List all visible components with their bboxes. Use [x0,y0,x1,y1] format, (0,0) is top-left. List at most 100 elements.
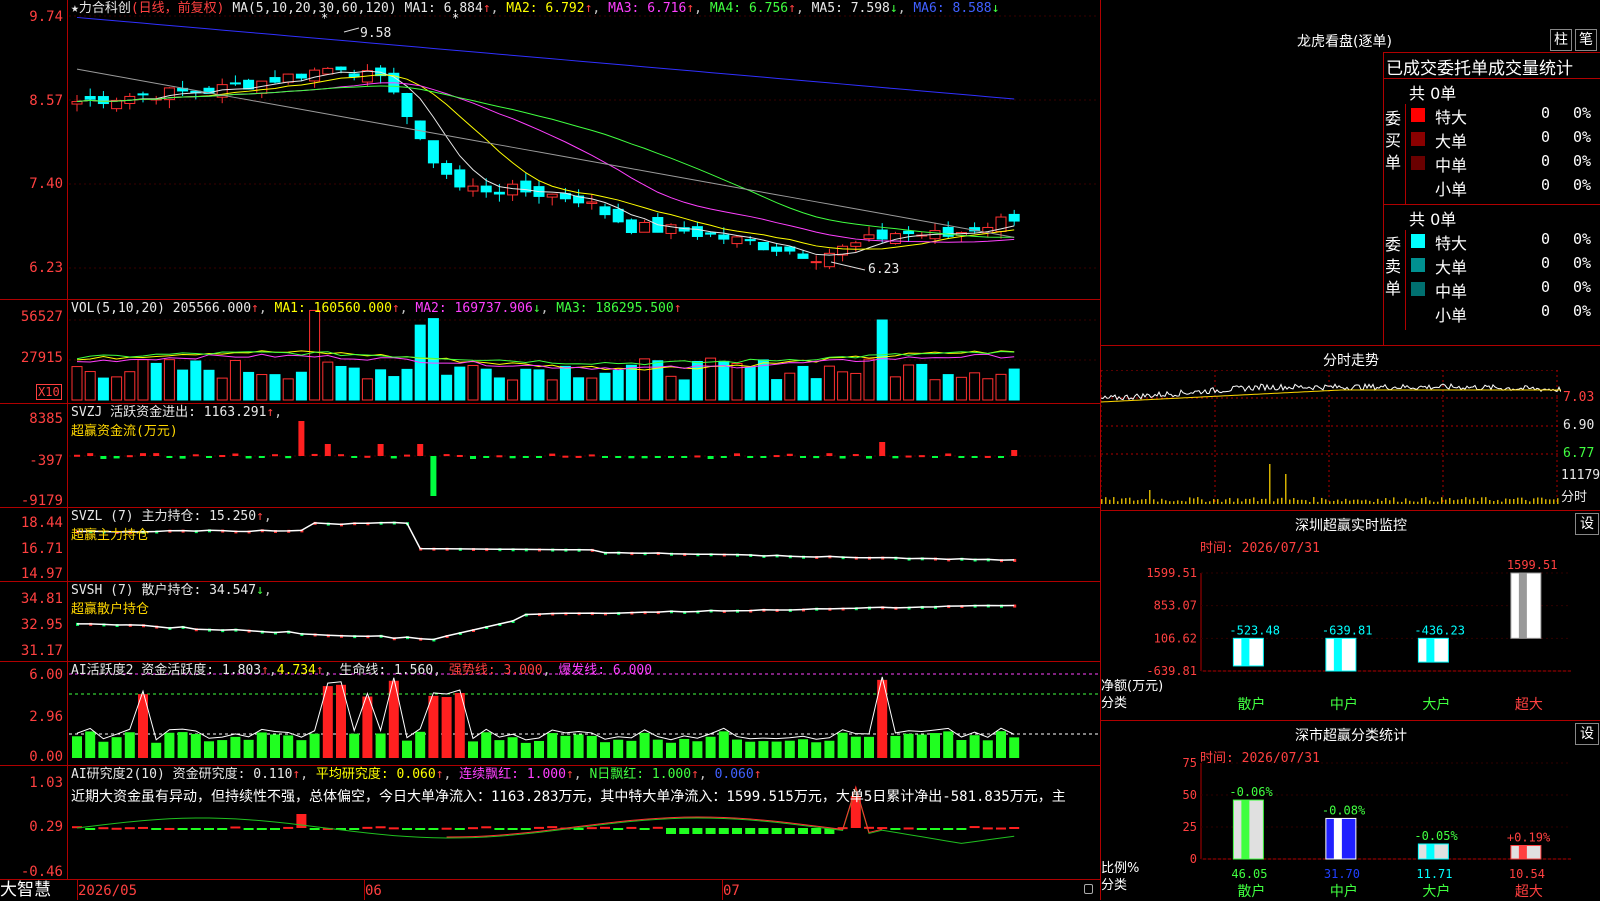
buy-color-swatch [1411,156,1425,170]
ai-research-panel[interactable]: 1.03 0.29 -0.46 AI研究度2(10) 资金研究度: 0.110↑… [0,766,1100,880]
sz-monitor-panel[interactable]: 深圳超赢实时监控 设 时间: 2026/07/31 1599.51 853.07 1… [1100,510,1600,720]
activity-bar [745,741,756,758]
svzj-panel[interactable]: 8385 -397 -9179 SVZJ 活跃资金进出: 1163.291↑, … [0,404,1100,508]
flow-bar [153,453,160,456]
candlestick [322,67,334,75]
ai-activity-panel[interactable]: 6.00 2.96 0.00 AI活跃度2 资金活跃度: 1.803↑,4.73… [0,662,1100,766]
buy-row-label: 特大 [1435,108,1468,127]
svsh-ytick: 34.81 [20,591,63,607]
flow-bar [126,455,133,458]
lock-icon[interactable] [1084,884,1093,894]
ai-research-chart[interactable] [69,766,1099,880]
kline-panel[interactable]: 9.74 8.57 7.40 6.23 * * ★力合科创(日线，前复权) MA(… [0,0,1100,300]
flow-bar [562,455,569,458]
activity-bar [375,733,386,758]
volume-bar [441,374,453,401]
volume-panel[interactable]: 56527 27915 X10 VOL(5,10,20) 205566.000↑… [0,300,1100,404]
avg-research-value: 平均研究度: 0.060 [315,767,436,782]
volume-bar [995,373,1007,401]
intraday-volume-bar [1289,499,1291,504]
svsh-sublabel: 超赢散户持仓 [71,602,150,617]
activity-bar [943,731,954,758]
volume-bar [784,372,796,401]
bar-mode-button[interactable]: 柱 [1550,29,1572,51]
flow-bar [866,456,872,459]
ma1-value: MA1: 6.884 [404,1,483,16]
value-label: 1599.51 [1507,558,1558,572]
stock-name[interactable]: 力合科创 [79,1,131,16]
svzl-ytick: 16.71 [20,541,63,557]
buy-row-label: 小单 [1435,180,1468,199]
bar-highlight [1241,638,1250,666]
flow-bar [707,456,714,459]
category-label: 超大 [1515,697,1543,713]
category-bar [1232,637,1264,667]
svzl-yaxis: 18.44 16.71 14.97 [0,508,68,581]
intraday-volume-bar [1473,497,1475,504]
sz-stats-panel[interactable]: 深市超赢分类统计 设 时间: 2026/07/31 75 50 25 0 -0.06% 散… [1100,720,1600,900]
svzl-ytick: 14.97 [20,566,63,582]
intraday-volume-bar [1337,499,1339,504]
intraday-volume-bar [1537,497,1539,504]
candlestick [546,193,558,198]
candlestick [757,241,769,251]
ytick-label: 75 [1183,756,1197,770]
intraday-volume-bar [1157,501,1159,504]
low-pointer [830,261,866,271]
volume-ytick: 56527 [20,309,63,325]
bar-highlight [1241,800,1250,859]
ytick-label: 106.62 [1154,631,1197,645]
flow-bar [615,456,622,458]
flow-bar [245,456,252,459]
date-label: 07 [723,883,740,899]
intraday-panel[interactable]: 分时走势 7.03 6.90 6.77 11179 分时 [1100,345,1600,510]
candlestick [744,239,756,242]
sz-stats-chart[interactable]: 75 50 25 0 -0.06% 散户 46.05 -0.08% 中户 31.70 -0.05% 大… [1101,721,1600,901]
intraday-volume-bar [1189,497,1191,504]
intraday-chart[interactable] [1101,370,1561,505]
ai-research-ytick: -0.46 [20,864,63,880]
intraday-volume-bar [1169,501,1171,504]
svsh-panel[interactable]: 34.81 32.95 31.17 SVSH (7) 散户持仓: 34.547↓… [0,582,1100,662]
sell-row-percent: 0% [1573,230,1592,248]
activity-bar [441,697,452,758]
intraday-volume-bar [1449,498,1451,504]
candlestick [586,201,598,204]
research-bar [428,828,439,830]
research-bar [982,827,993,830]
intraday-volume-bar [1405,498,1407,504]
volume-bar [467,364,479,401]
ma2-line [76,74,1015,250]
volume-bar [929,379,941,401]
strong-line-value: 强势线: 3.000 [448,663,543,678]
intraday-volume-bar [1149,490,1151,504]
activity-bar [705,736,716,758]
flow-bar [456,454,463,457]
intraday-volume-bar [1285,474,1287,504]
intraday-volume-bar [1193,498,1195,504]
svzj-sublabel: 超赢资金流(万元) [71,424,178,439]
ma3-value: MA3: 6.716 [608,1,687,16]
flow-bar [918,455,925,458]
research-bar [692,828,703,834]
intraday-volume-bar [1541,497,1543,504]
flow-bar [338,454,344,457]
research-bar [309,828,320,830]
sz-monitor-chart[interactable]: 1599.51853.07106.62-639.81-523.48散户-639.… [1101,511,1600,721]
tick-mode-button[interactable]: 笔 [1575,29,1597,51]
activity-bar [151,742,162,758]
bottom-value-label: 11.71 [1416,867,1452,881]
intraday-volume-bar [1505,498,1507,504]
research-bar [877,827,888,830]
volume-bar [837,371,849,401]
kline-chart[interactable]: * * [69,0,1099,300]
favorite-star-icon[interactable]: ★ [71,1,79,16]
svzl-line [76,521,1015,561]
activity-bar [468,741,478,758]
svzl-panel[interactable]: 18.44 16.71 14.97 SVZL (7) 主力持仓: 15.250↑… [0,508,1100,582]
activity-bar [692,741,703,758]
activity-bar [784,740,795,758]
intraday-volume-bar [1433,501,1435,504]
period-mode[interactable]: (日线，前复权) [131,1,225,16]
buy-row-percent: 0% [1573,128,1592,146]
